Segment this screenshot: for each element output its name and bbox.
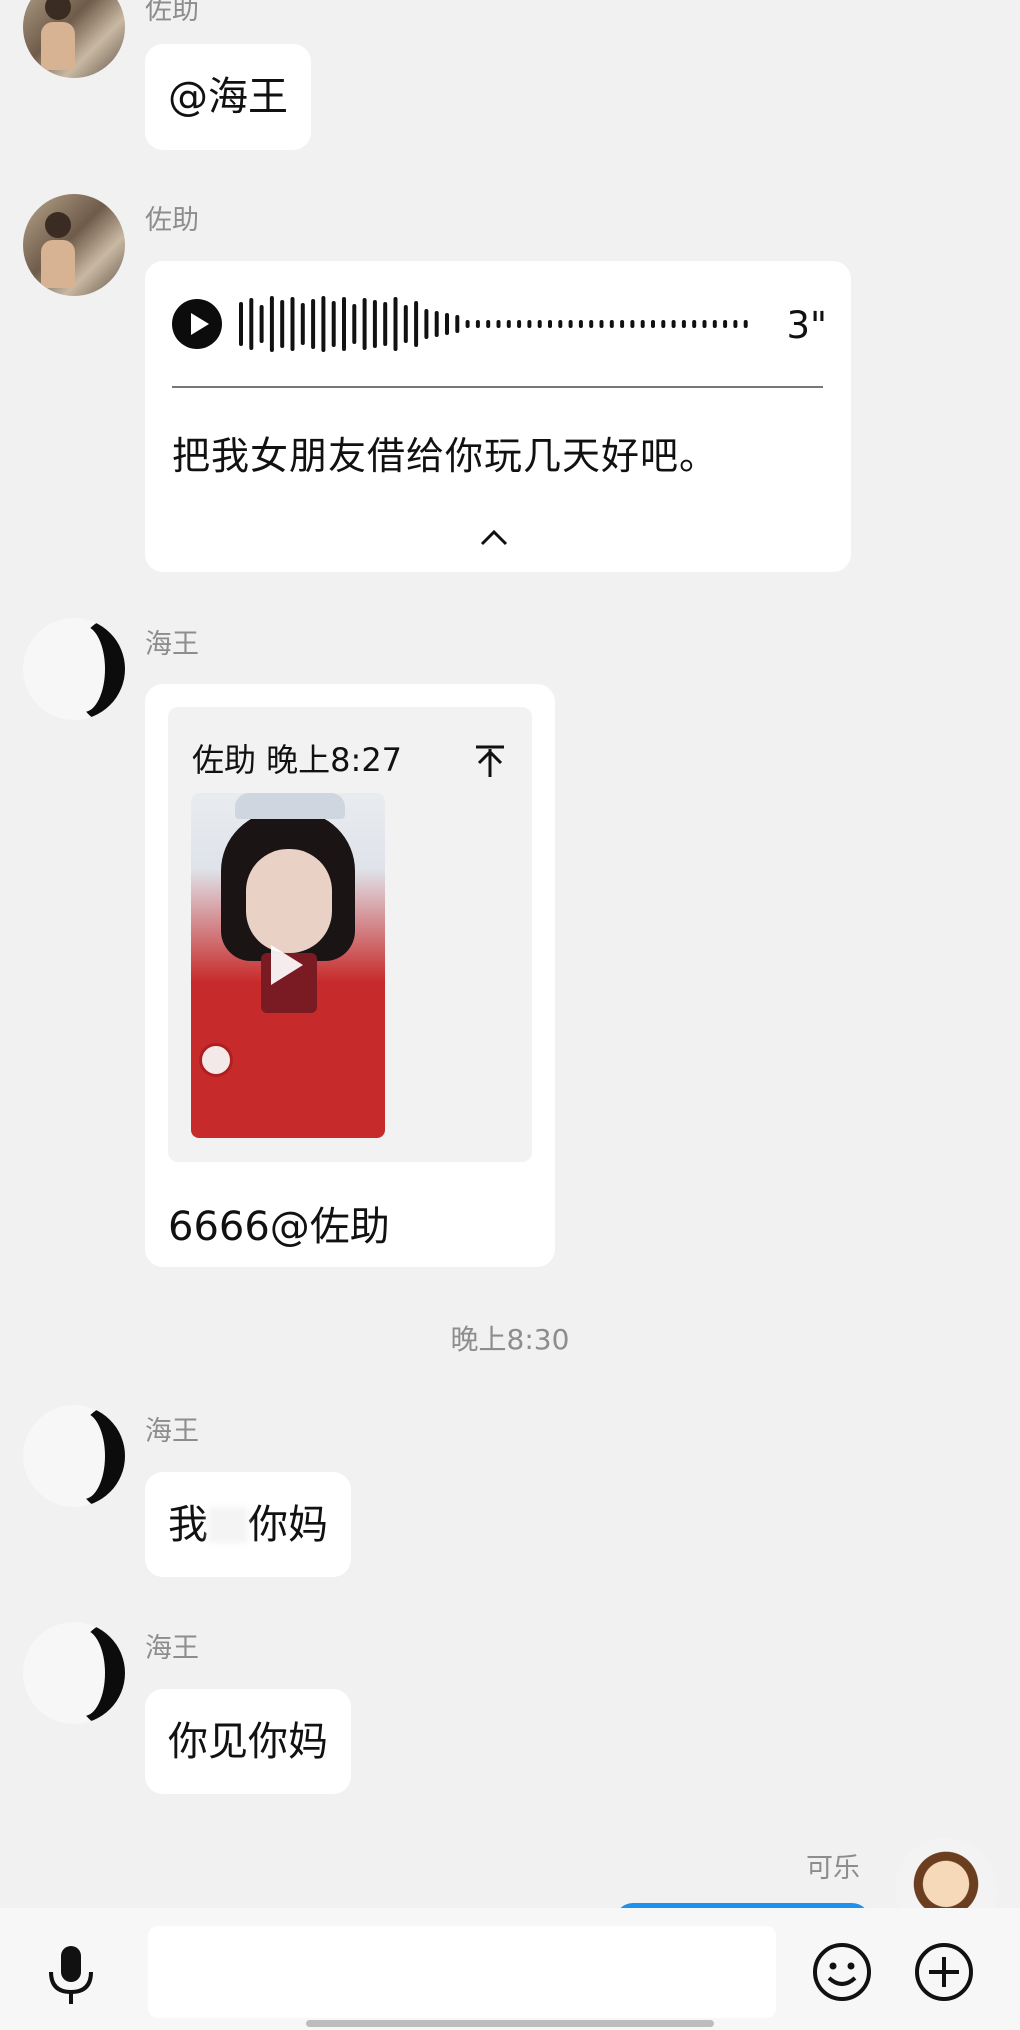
divider bbox=[172, 386, 823, 388]
time-divider: 晚上8:30 bbox=[450, 1323, 570, 1356]
play-icon[interactable] bbox=[172, 299, 222, 349]
play-icon[interactable] bbox=[271, 945, 303, 985]
message-text: @海王 bbox=[168, 74, 288, 120]
voice-duration: 3" bbox=[786, 304, 827, 347]
quote-header: 佐助 晚上8:27 bbox=[192, 741, 403, 779]
pin-top-icon[interactable] bbox=[473, 743, 507, 779]
video-thumbnail[interactable] bbox=[191, 793, 385, 1138]
sender-name: 佐助 bbox=[145, 0, 199, 26]
quoted-message-card[interactable]: 佐助 晚上8:27 bbox=[168, 707, 532, 1162]
sender-name-self: 可乐 bbox=[806, 1853, 860, 1884]
avatar-haiwang[interactable] bbox=[23, 618, 125, 720]
plus-circle-icon[interactable] bbox=[914, 1942, 974, 2002]
sender-name: 海王 bbox=[145, 629, 199, 660]
smiley-icon[interactable] bbox=[812, 1942, 872, 2002]
message-text-part: 你妈 bbox=[248, 1501, 328, 1548]
message-bubble[interactable]: 你见你妈 bbox=[145, 1689, 351, 1794]
message-input[interactable] bbox=[148, 1926, 776, 2018]
avatar-haiwang[interactable] bbox=[23, 1405, 125, 1507]
message-text-part: 我 bbox=[168, 1501, 208, 1548]
avatar-zuozhu[interactable] bbox=[23, 194, 125, 296]
microphone-icon[interactable] bbox=[44, 1944, 98, 2006]
home-indicator[interactable] bbox=[306, 2020, 714, 2027]
message-text: 6666@佐助 bbox=[168, 1204, 390, 1250]
avatar-haiwang[interactable] bbox=[23, 1622, 125, 1724]
avatar-zuozhu[interactable] bbox=[23, 0, 125, 78]
censor-blur bbox=[208, 1506, 248, 1543]
chevron-up-icon[interactable] bbox=[479, 523, 509, 553]
sender-name: 佐助 bbox=[145, 205, 199, 236]
quote-message-bubble[interactable]: 佐助 晚上8:27 6666@佐助 bbox=[145, 684, 555, 1267]
sender-name: 海王 bbox=[145, 1633, 199, 1664]
message-bubble[interactable]: 我 你妈 bbox=[145, 1472, 351, 1577]
message-bubble[interactable]: @海王 bbox=[145, 44, 311, 150]
input-bar bbox=[0, 1908, 1020, 2030]
voice-transcript: 把我女朋友借给你玩几天好吧。 bbox=[172, 434, 719, 478]
voice-message-bubble[interactable]: 3" 把我女朋友借给你玩几天好吧。 bbox=[145, 261, 851, 572]
sender-name: 海王 bbox=[145, 1416, 199, 1447]
message-text: 你见你妈 bbox=[168, 1718, 328, 1765]
